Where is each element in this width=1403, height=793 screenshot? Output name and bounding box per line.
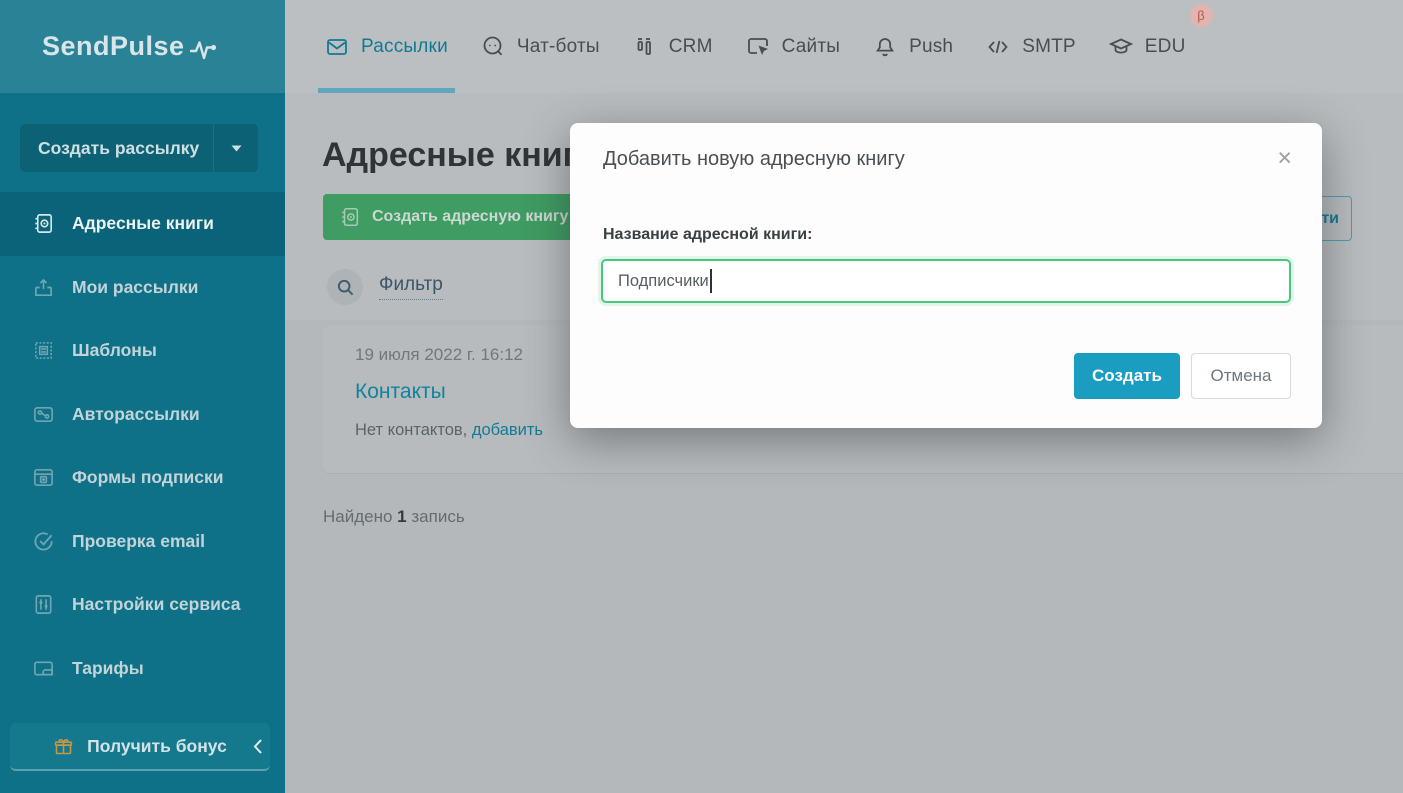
tab-label: Сайты bbox=[782, 36, 840, 58]
chatbot-icon bbox=[481, 35, 505, 59]
sites-icon bbox=[746, 35, 770, 59]
sidebar-item-my-campaigns[interactable]: Мои рассылки bbox=[0, 256, 285, 320]
addressbook-name-label: Название адресной книги: bbox=[603, 226, 812, 244]
tab-edu[interactable]: EDU β bbox=[1102, 0, 1193, 93]
tab-label: Рассылки bbox=[361, 36, 448, 58]
verify-check-icon bbox=[32, 530, 55, 553]
caret-down-icon bbox=[231, 145, 242, 152]
sidebar-item-label: Мои рассылки bbox=[72, 277, 198, 298]
records-found-count: 1 bbox=[397, 507, 406, 526]
book-name-link[interactable]: Контакты bbox=[355, 380, 446, 404]
search-icon bbox=[327, 269, 363, 305]
service-settings-icon bbox=[32, 593, 55, 616]
envelope-icon bbox=[325, 35, 349, 59]
logo-text: SendPulse bbox=[42, 31, 185, 62]
sidebar: SendPulse Создать рассылку Адресные книг… bbox=[0, 0, 285, 793]
crm-icon bbox=[633, 35, 657, 59]
sidebar-nav: Адресные книги Мои рассылки Шаблоны Авто… bbox=[0, 192, 285, 700]
create-campaign-label: Создать рассылку bbox=[20, 138, 213, 159]
pulse-icon bbox=[190, 37, 218, 63]
create-campaign-dropdown[interactable] bbox=[213, 124, 258, 172]
page-title: Адресные книги bbox=[322, 136, 598, 175]
sidebar-item-addressbooks[interactable]: Адресные книги bbox=[0, 192, 285, 256]
sidebar-item-service-settings[interactable]: Настройки сервиса bbox=[0, 573, 285, 637]
top-nav: Рассылки Чат-боты CRM Сайты Push SMTP bbox=[285, 0, 1403, 93]
automation-icon bbox=[32, 403, 55, 426]
gift-icon bbox=[53, 736, 74, 757]
sidebar-item-automations[interactable]: Авторассылки bbox=[0, 383, 285, 447]
modal-cancel-button[interactable]: Отмена bbox=[1191, 353, 1291, 399]
sidebar-item-label: Адресные книги bbox=[72, 213, 214, 234]
get-bonus-button[interactable]: Получить бонус bbox=[10, 723, 270, 771]
text-caret bbox=[710, 269, 712, 293]
create-addressbook-label: Создать адресную книгу bbox=[372, 208, 568, 226]
sidebar-item-label: Шаблоны bbox=[72, 340, 157, 361]
tab-label: EDU bbox=[1145, 36, 1186, 58]
partial-button-visible-text: ти bbox=[1321, 210, 1339, 228]
tab-label: Push bbox=[909, 36, 953, 58]
tab-smtp[interactable]: SMTP bbox=[979, 0, 1083, 93]
modal-title: Добавить новую адресную книгу bbox=[603, 148, 905, 171]
close-icon[interactable]: × bbox=[1273, 144, 1296, 173]
add-contacts-link[interactable]: добавить bbox=[472, 421, 543, 439]
sidebar-item-templates[interactable]: Шаблоны bbox=[0, 319, 285, 383]
sendpulse-logo[interactable]: SendPulse bbox=[42, 31, 218, 63]
records-found-summary: Найдено 1 запись bbox=[323, 507, 465, 527]
filter-label: Фильтр bbox=[379, 274, 443, 300]
sidebar-item-label: Проверка email bbox=[72, 531, 205, 552]
sidebar-item-pricing[interactable]: Тарифы bbox=[0, 637, 285, 701]
modal-create-button[interactable]: Создать bbox=[1074, 353, 1180, 399]
addressbook-name-value: Подписчики bbox=[618, 272, 709, 291]
tab-label: SMTP bbox=[1022, 36, 1076, 58]
add-addressbook-modal: Добавить новую адресную книгу × Название… bbox=[570, 123, 1322, 428]
tab-label: Чат-боты bbox=[517, 36, 600, 58]
address-book-icon bbox=[339, 206, 361, 228]
sendpulse-app: Рассылки Чат-боты CRM Сайты Push SMTP bbox=[0, 0, 1403, 793]
get-bonus-label: Получить бонус bbox=[87, 736, 227, 757]
subscription-form-icon bbox=[32, 466, 55, 489]
campaigns-icon bbox=[32, 276, 55, 299]
book-status-text: Нет контактов, bbox=[355, 421, 472, 439]
bell-icon bbox=[873, 35, 897, 59]
tab-label: CRM bbox=[669, 36, 713, 58]
tab-sites[interactable]: Сайты bbox=[739, 0, 847, 93]
sidebar-item-label: Формы подписки bbox=[72, 467, 224, 488]
beta-badge: β bbox=[1190, 4, 1213, 27]
book-status: Нет контактов, добавить bbox=[355, 421, 543, 440]
wallet-icon bbox=[32, 657, 55, 680]
book-created-date: 19 июля 2022 г. 16:12 bbox=[355, 345, 523, 365]
create-campaign-split-button[interactable]: Создать рассылку bbox=[20, 124, 258, 172]
sidebar-item-label: Тарифы bbox=[72, 658, 144, 679]
sidebar-item-label: Авторассылки bbox=[72, 404, 200, 425]
sidebar-item-label: Настройки сервиса bbox=[72, 594, 241, 615]
tab-push[interactable]: Push bbox=[866, 0, 960, 93]
chevron-left-icon[interactable] bbox=[252, 738, 264, 755]
tab-mailings[interactable]: Рассылки bbox=[318, 0, 455, 93]
tab-chatbots[interactable]: Чат-боты bbox=[474, 0, 607, 93]
addressbook-name-input[interactable]: Подписчики bbox=[601, 259, 1291, 303]
filter-control[interactable]: Фильтр bbox=[327, 269, 443, 305]
templates-icon bbox=[32, 339, 55, 362]
code-icon bbox=[986, 35, 1010, 59]
tab-crm[interactable]: CRM bbox=[626, 0, 720, 93]
sidebar-header: SendPulse bbox=[0, 0, 285, 93]
address-book-icon bbox=[32, 212, 55, 235]
sidebar-item-subscription-forms[interactable]: Формы подписки bbox=[0, 446, 285, 510]
sidebar-item-email-verification[interactable]: Проверка email bbox=[0, 510, 285, 574]
edu-icon bbox=[1109, 35, 1133, 59]
